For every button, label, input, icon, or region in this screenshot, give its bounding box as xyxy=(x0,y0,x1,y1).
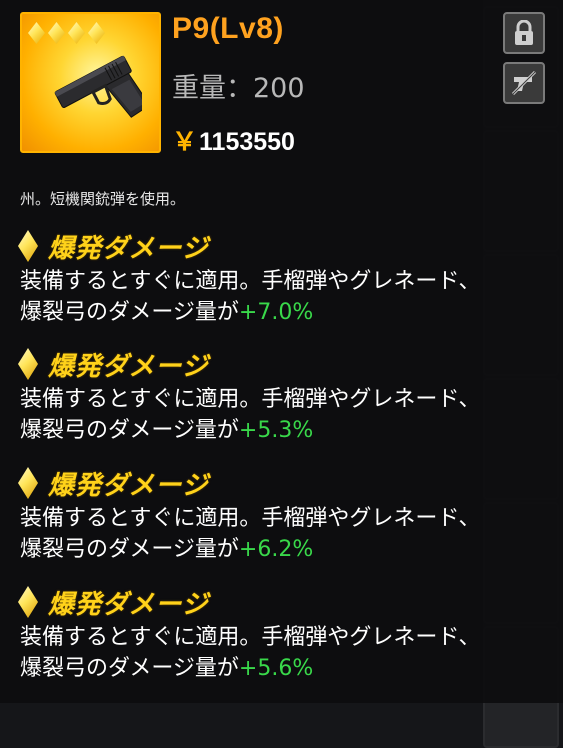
lock-icon xyxy=(515,20,533,45)
stat-line-2: 爆裂弓のダメージ量が xyxy=(20,418,239,443)
stat-diamond-icon xyxy=(18,586,38,618)
item-description: 州。短機関銃弾を使用。 xyxy=(20,190,186,208)
rarity-stars xyxy=(28,22,105,44)
rarity-star-icon xyxy=(48,22,65,44)
stat-name: 爆発ダメージ xyxy=(48,589,209,620)
stat-description: 装備するとすぐに適用。手榴弾やグレネード、 爆裂弓のダメージ量が+5.6% xyxy=(18,622,558,684)
stat-line-2: 爆裂弓のダメージ量が xyxy=(20,300,239,325)
rarity-star-icon xyxy=(68,22,85,44)
item-icon-frame xyxy=(20,12,161,153)
stat-value: +7.0% xyxy=(238,300,314,325)
weight-label: 重量： xyxy=(172,73,253,104)
weight-value: 200 xyxy=(253,73,305,104)
stat-value: +5.3% xyxy=(238,418,314,443)
stat-line-2: 爆裂弓のダメージ量が xyxy=(20,656,239,681)
stat-diamond-icon xyxy=(18,467,38,499)
stat-diamond-icon xyxy=(18,230,38,262)
stat-block: 爆発ダメージ 装備するとすぐに適用。手榴弾やグレネード、 爆裂弓のダメージ量が+… xyxy=(18,584,558,684)
no-weapon-icon xyxy=(511,70,537,96)
stat-value: +5.6% xyxy=(238,656,314,681)
stat-block: 爆発ダメージ 装備するとすぐに適用。手榴弾やグレネード、 爆裂弓のダメージ量が+… xyxy=(18,346,558,446)
stat-line-1: 装備するとすぐに適用。手榴弾やグレネード、 xyxy=(20,387,481,412)
stat-header: 爆発ダメージ xyxy=(18,584,558,620)
rarity-star-icon xyxy=(88,22,105,44)
item-weight: 重量：200 xyxy=(172,66,305,105)
stat-description: 装備するとすぐに適用。手榴弾やグレネード、 爆裂弓のダメージ量が+6.2% xyxy=(18,503,558,565)
price-value: 1153550 xyxy=(199,128,295,156)
stat-header: 爆発ダメージ xyxy=(18,228,558,264)
stat-name: 爆発ダメージ xyxy=(48,351,209,382)
stat-line-1: 装備するとすぐに適用。手榴弾やグレネード、 xyxy=(20,625,481,650)
currency-symbol: ￥ xyxy=(172,128,198,156)
item-name: P9(Lv8) xyxy=(172,12,284,45)
lock-button[interactable] xyxy=(503,12,545,54)
stat-description: 装備するとすぐに適用。手榴弾やグレネード、 爆裂弓のダメージ量が+5.3% xyxy=(18,384,558,446)
disable-weapon-button[interactable] xyxy=(503,62,545,104)
stat-header: 爆発ダメージ xyxy=(18,465,558,501)
item-price: ￥1153550 xyxy=(172,122,295,158)
stat-description: 装備するとすぐに適用。手榴弾やグレネード、 爆裂弓のダメージ量が+7.0% xyxy=(18,266,558,328)
stat-block: 爆発ダメージ 装備するとすぐに適用。手榴弾やグレネード、 爆裂弓のダメージ量が+… xyxy=(18,228,558,328)
item-tooltip-panel: P9(Lv8) 重量：200 ￥1153550 州。短機関銃弾を使用。 爆発ダメ… xyxy=(0,0,563,703)
stat-line-1: 装備するとすぐに適用。手榴弾やグレネード、 xyxy=(20,269,481,294)
stat-header: 爆発ダメージ xyxy=(18,346,558,382)
stat-diamond-icon xyxy=(18,348,38,380)
stat-line-1: 装備するとすぐに適用。手榴弾やグレネード、 xyxy=(20,506,481,531)
stat-line-2: 爆裂弓のダメージ量が xyxy=(20,537,239,562)
stat-name: 爆発ダメージ xyxy=(48,470,209,501)
stat-value: +6.2% xyxy=(238,537,314,562)
stat-name: 爆発ダメージ xyxy=(48,233,209,264)
stat-block: 爆発ダメージ 装備するとすぐに適用。手榴弾やグレネード、 爆裂弓のダメージ量が+… xyxy=(18,465,558,565)
rarity-star-icon xyxy=(28,22,45,44)
pistol-icon xyxy=(54,55,142,118)
